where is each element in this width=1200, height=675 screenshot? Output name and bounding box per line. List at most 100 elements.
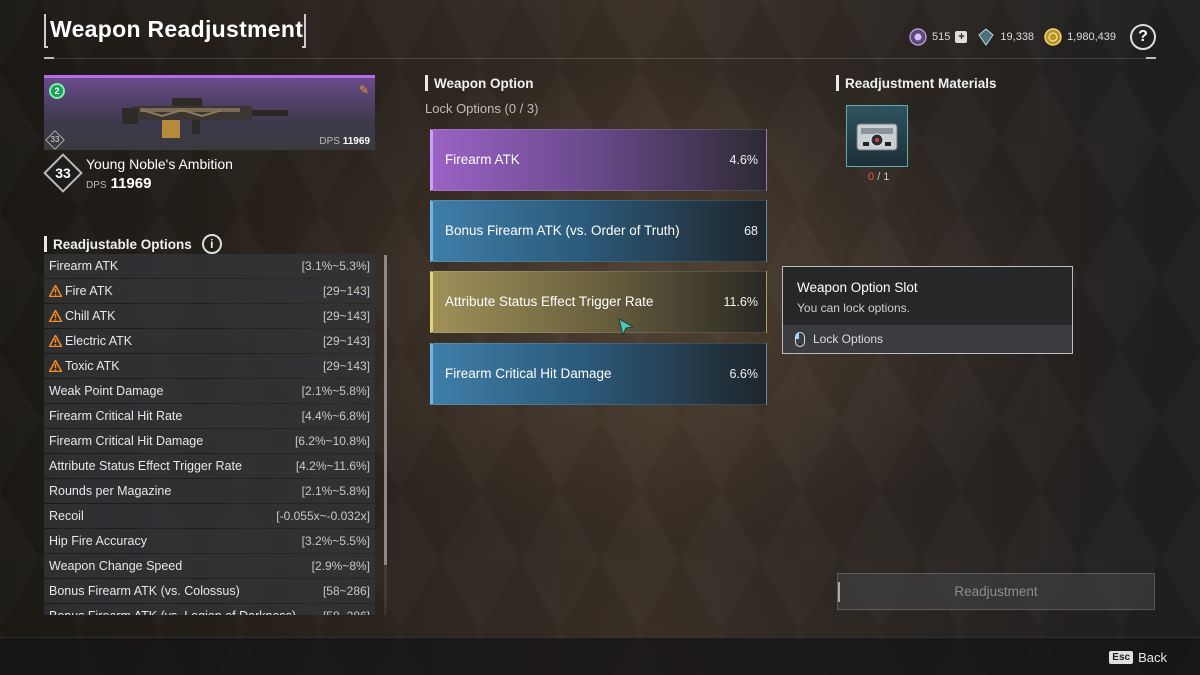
help-button[interactable]: ? xyxy=(1130,24,1156,50)
option-range: [2.1%~5.8%] xyxy=(301,384,370,398)
option-name-text: Rounds per Magazine xyxy=(49,484,172,498)
option-label: Attribute Status Effect Trigger Rate xyxy=(445,294,654,309)
option-name: Weak Point Damage xyxy=(49,384,163,398)
option-range: [2.1%~5.8%] xyxy=(301,484,370,498)
scrollbar-thumb[interactable] xyxy=(384,255,387,565)
weapon-level-diamond: 33 xyxy=(43,153,83,193)
lock-options-count: Lock Options (0 / 3) xyxy=(425,101,539,116)
option-row: Bonus Firearm ATK (vs. Legion of Darknes… xyxy=(44,604,375,615)
add-currency-button[interactable]: + xyxy=(955,31,968,43)
option-name: Toxic ATK xyxy=(49,359,120,373)
back-button[interactable]: Esc Back xyxy=(1109,650,1167,665)
option-range: [4.2%~11.6%] xyxy=(295,459,370,473)
option-range: [58~286] xyxy=(322,584,370,598)
option-name: Hip Fire Accuracy xyxy=(49,534,147,548)
readjustment-material-slot[interactable] xyxy=(846,105,908,167)
option-row: Toxic ATK [29~143] xyxy=(44,354,375,378)
option-name-text: Recoil xyxy=(49,509,84,523)
weapon-name: Young Noble's Ambition xyxy=(86,156,233,172)
option-name-text: Chill ATK xyxy=(65,309,116,323)
option-range: [58~286] xyxy=(323,609,370,615)
option-name: Recoil xyxy=(49,509,84,523)
option-row: Hip Fire Accuracy [3.2%~5.5%] xyxy=(44,529,375,553)
weapon-card[interactable]: 2 ✎ 33 DPS 11969 xyxy=(44,75,375,150)
materials-heading: Readjustment Materials xyxy=(836,75,997,91)
title-bracket-left xyxy=(44,14,48,48)
readjustment-button[interactable]: Readjustment xyxy=(837,573,1155,610)
bottom-bar: Esc Back xyxy=(0,637,1200,675)
option-name: Electric ATK xyxy=(49,334,132,348)
option-row: Weapon Change Speed [2.9%~8%] xyxy=(44,554,375,578)
option-name: Bonus Firearm ATK (vs. Colossus) xyxy=(49,584,240,598)
heading-bar xyxy=(44,236,47,252)
option-name-text: Hip Fire Accuracy xyxy=(49,534,147,548)
option-row: Rounds per Magazine [2.1%~5.8%] xyxy=(44,479,375,503)
weapon-option-slot-3[interactable]: Attribute Status Effect Trigger Rate 11.… xyxy=(430,271,767,333)
option-label: Bonus Firearm ATK (vs. Order of Truth) xyxy=(445,223,680,238)
rifle-icon xyxy=(122,98,288,138)
option-range: [29~143] xyxy=(322,359,370,373)
gold-coin-icon xyxy=(1044,28,1062,46)
option-name-text: Firearm Critical Hit Rate xyxy=(49,409,183,423)
option-row: Recoil [-0.055x~-0.032x] xyxy=(44,504,375,528)
weapon-option-slot-4[interactable]: Firearm Critical Hit Damage 6.6% xyxy=(430,343,767,405)
esc-key-icon: Esc xyxy=(1109,651,1134,664)
crystal-icon xyxy=(978,28,995,46)
option-row: Weak Point Damage [2.1%~5.8%] xyxy=(44,379,375,403)
option-name-text: Toxic ATK xyxy=(65,359,120,373)
weapon-option-slot-2[interactable]: Bonus Firearm ATK (vs. Order of Truth) 6… xyxy=(430,200,767,262)
warning-icon xyxy=(49,310,62,322)
option-range: [29~143] xyxy=(322,309,370,323)
weapon-card-dps: DPS 11969 xyxy=(319,136,370,147)
weapon-option-slot-1[interactable]: Firearm ATK 4.6% xyxy=(430,129,767,191)
lock-options-label: Lock Options xyxy=(813,332,884,346)
option-name-text: Firearm Critical Hit Damage xyxy=(49,434,204,448)
warning-icon xyxy=(49,285,62,297)
currency-bar: 515 + 19,338 1,980,439 ? xyxy=(909,24,1156,50)
heading-bar xyxy=(425,75,428,91)
option-name-text: Bonus Firearm ATK (vs. Colossus) xyxy=(49,584,240,598)
option-name-text: Fire ATK xyxy=(65,284,113,298)
readjustment-kit-icon xyxy=(856,123,898,151)
option-name-text: Weak Point Damage xyxy=(49,384,164,398)
option-range: [6.2%~10.8%] xyxy=(294,434,370,448)
option-row: Firearm Critical Hit Rate [4.4%~6.8%] xyxy=(44,404,375,428)
weapon-info: 33 Young Noble's Ambition DPS 11969 xyxy=(43,153,375,196)
option-value: 6.6% xyxy=(729,367,759,381)
option-row: Bonus Firearm ATK (vs. Colossus) [58~286] xyxy=(44,579,375,603)
title-bracket-right xyxy=(302,14,306,48)
top-bar: Weapon Readjustment 515 + 19,338 1,980,4… xyxy=(0,0,1200,60)
info-icon[interactable]: i xyxy=(201,234,222,254)
readjustable-options-list[interactable]: Firearm ATK [3.1%~5.3%] Fire ATK [29~143] Ch… xyxy=(44,254,375,615)
lock-options-action[interactable]: Lock Options xyxy=(783,325,1072,353)
option-value: 11.6% xyxy=(723,295,758,309)
option-row: Firearm Critical Hit Damage [6.2%~10.8%] xyxy=(44,429,375,453)
currency-gold: 1,980,439 xyxy=(1044,28,1116,46)
option-row: Chill ATK [29~143] xyxy=(44,304,375,328)
option-range: [29~143] xyxy=(322,334,370,348)
option-name: Bonus Firearm ATK (vs. Legion of Darknes… xyxy=(49,609,296,615)
back-label: Back xyxy=(1138,650,1167,665)
option-name-text: Electric ATK xyxy=(65,334,133,348)
weapon-dps: DPS 11969 xyxy=(86,175,152,192)
weapon-card-level: 33 xyxy=(45,130,65,150)
option-range: [2.9%~8%] xyxy=(311,559,370,573)
material-count: 0 / 1 xyxy=(868,171,890,183)
option-name: Rounds per Magazine xyxy=(49,484,171,498)
weapon-option-slot-tooltip: Weapon Option Slot You can lock options.… xyxy=(782,266,1073,354)
option-range: [4.4%~6.8%] xyxy=(301,409,370,423)
currency-gold-value: 1,980,439 xyxy=(1067,31,1116,43)
option-name: Attribute Status Effect Trigger Rate xyxy=(49,459,242,473)
option-value: 4.6% xyxy=(729,153,759,167)
option-name: Firearm ATK xyxy=(49,259,118,273)
weapon-option-heading: Weapon Option xyxy=(425,75,534,91)
warning-icon xyxy=(49,360,62,372)
option-range: [-0.055x~-0.032x] xyxy=(276,509,370,523)
option-name-text: Attribute Status Effect Trigger Rate xyxy=(49,459,242,473)
option-value: 68 xyxy=(744,224,758,238)
currency-crystal: 19,338 xyxy=(977,28,1034,46)
option-row: Electric ATK [29~143] xyxy=(44,329,375,353)
mouse-cursor-icon xyxy=(618,317,635,337)
currency-kuiper: 515 + xyxy=(909,28,968,46)
pencil-icon[interactable]: ✎ xyxy=(359,83,369,97)
